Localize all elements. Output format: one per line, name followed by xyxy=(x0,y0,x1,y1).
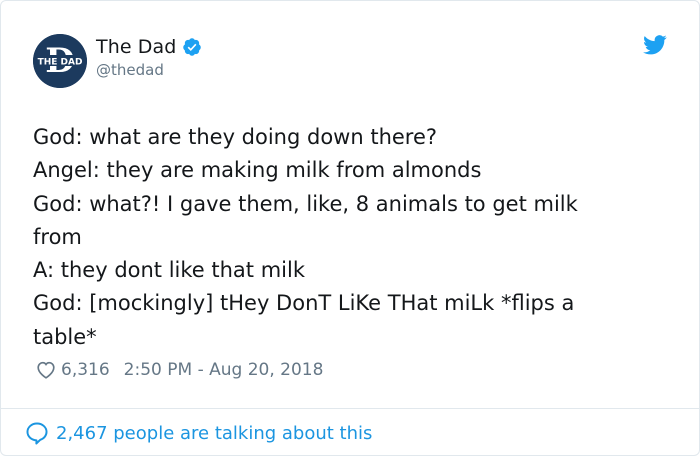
tweet-line: A: they dont like that milk xyxy=(33,258,305,283)
tweet-line: Angel: they are making milk from almonds xyxy=(33,158,482,183)
display-name[interactable]: The Dad xyxy=(96,36,176,58)
verified-badge-icon xyxy=(182,37,202,57)
tweet-text: God: what are they doing down there? Ang… xyxy=(33,121,673,354)
talking-about-text: 2,467 people are talking about this xyxy=(56,422,373,444)
display-name-row: The Dad xyxy=(96,34,202,60)
tweet-timestamp[interactable]: 2:50 PM - Aug 20, 2018 xyxy=(124,360,324,380)
heart-outline-icon[interactable] xyxy=(35,359,57,381)
avatar[interactable]: D THE DAD xyxy=(33,34,87,88)
tweet-meta: 6,316 2:50 PM - Aug 20, 2018 xyxy=(35,357,323,383)
tweet-card: D THE DAD The Dad @thedad xyxy=(0,0,700,456)
tweet-line: God: [mockingly] tHey DonT LiKe THat miL… xyxy=(33,291,575,316)
speech-bubble-icon xyxy=(24,420,50,446)
avatar-logo-text: THE DAD xyxy=(38,58,83,68)
author-handle[interactable]: @thedad xyxy=(96,61,202,79)
tweet-line: God: what?! I gave them, like, 8 animals… xyxy=(33,191,578,216)
talking-about-link[interactable]: 2,467 people are talking about this xyxy=(24,419,372,447)
twitter-bird-icon[interactable] xyxy=(643,35,667,55)
tweet-line: God: what are they doing down there? xyxy=(33,125,438,149)
avatar-logo-icon: D THE DAD xyxy=(33,34,87,88)
tweet-line: from xyxy=(33,224,82,249)
author-names: The Dad @thedad xyxy=(96,34,202,79)
tweet-header: D THE DAD The Dad @thedad xyxy=(33,31,673,88)
like-count[interactable]: 6,316 xyxy=(61,360,110,380)
tweet-line: table* xyxy=(33,324,97,349)
footer-divider xyxy=(1,408,699,409)
